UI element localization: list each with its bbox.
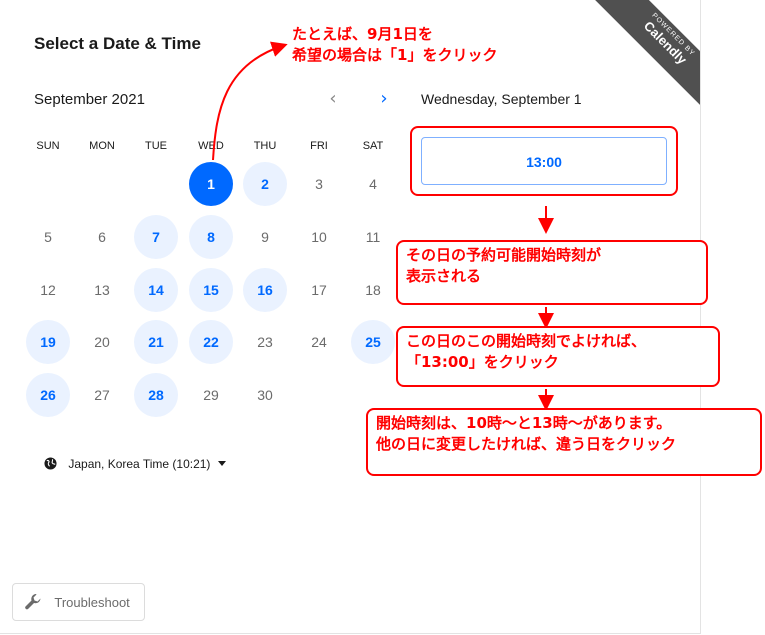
day-26[interactable]: 26: [26, 373, 70, 417]
day-20: 20: [94, 334, 110, 350]
ribbon-powered-by-text: POWERED BY: [650, 12, 696, 58]
day-11: 11: [365, 229, 381, 245]
day-10: 10: [311, 229, 327, 245]
day-19[interactable]: 19: [26, 320, 70, 364]
day-15[interactable]: 15: [189, 268, 233, 312]
weekday-sat: SAT: [362, 140, 384, 152]
wrench-icon: [25, 594, 41, 610]
day-22[interactable]: 22: [189, 320, 233, 364]
troubleshoot-button[interactable]: Troubleshoot: [12, 583, 145, 621]
timezone-selector[interactable]: Japan, Korea Time (10:21): [44, 457, 226, 471]
day-7[interactable]: 7: [134, 215, 178, 259]
annotation-callout-3-line1: 開始時刻は、10時～と13時～があります。: [376, 414, 672, 432]
weekday-sun: SUN: [36, 140, 60, 152]
day-13: 13: [94, 282, 110, 298]
weekday-tue: TUE: [145, 140, 167, 152]
ribbon-band: POWERED BY Calendly: [591, 0, 700, 110]
day-5: 5: [44, 229, 52, 245]
page-title: Select a Date & Time: [34, 34, 201, 53]
annotation-top-text: たとえば、9月1日を 希望の場合は「1」をクリック: [292, 24, 497, 66]
day-8[interactable]: 8: [189, 215, 233, 259]
annotation-callout-1-line2: 表示される: [406, 267, 482, 285]
powered-by-ribbon[interactable]: POWERED BY Calendly: [560, 0, 700, 110]
day-30: 30: [257, 387, 273, 403]
annotation-highlight-time-slot: [410, 126, 678, 196]
timezone-label: Japan, Korea Time (10:21): [68, 457, 211, 471]
prev-month-chevron-left-icon[interactable]: ‹: [321, 88, 345, 110]
day-1-selected[interactable]: 1: [189, 162, 233, 206]
annotation-top-line1: たとえば、9月1日を: [292, 25, 433, 43]
annotation-top-line2: 希望の場合は「1」をクリック: [292, 46, 498, 64]
annotation-callout-2-line1: この日のこの開始時刻でよければ、: [406, 332, 647, 350]
day-27: 27: [94, 387, 110, 403]
annotation-callout-3: 開始時刻は、10時～と13時～があります。 他の日に変更したければ、違う日をクリ…: [366, 408, 762, 476]
day-28[interactable]: 28: [134, 373, 178, 417]
annotation-callout-1: その日の予約可能開始時刻が 表示される: [396, 240, 708, 305]
day-6: 6: [98, 229, 106, 245]
day-2[interactable]: 2: [243, 162, 287, 206]
selected-date-heading: Wednesday, September 1: [421, 91, 582, 107]
weekday-fri: FRI: [310, 140, 328, 152]
next-month-chevron-right-icon[interactable]: ›: [372, 88, 396, 110]
weekday-mon: MON: [89, 140, 115, 152]
day-29: 29: [203, 387, 219, 403]
weekday-thu: THU: [253, 140, 277, 152]
day-24: 24: [311, 334, 327, 350]
weekday-wed: WED: [198, 140, 224, 152]
day-9: 9: [261, 229, 269, 245]
annotation-callout-2: この日のこの開始時刻でよければ、 「13:00」をクリック: [396, 326, 720, 387]
globe-icon: [44, 457, 57, 470]
day-23: 23: [257, 334, 273, 350]
day-12: 12: [40, 282, 56, 298]
day-17: 17: [311, 282, 327, 298]
annotation-callout-2-line2: 「13:00」をクリック: [406, 353, 559, 371]
troubleshoot-label: Troubleshoot: [54, 595, 130, 610]
caret-down-icon: [217, 461, 226, 466]
day-25[interactable]: 25: [351, 320, 395, 364]
annotation-callout-1-line1: その日の予約可能開始時刻が: [406, 246, 602, 264]
day-3: 3: [315, 176, 323, 192]
day-16[interactable]: 16: [243, 268, 287, 312]
day-21[interactable]: 21: [134, 320, 178, 364]
day-18: 18: [365, 282, 381, 298]
annotation-callout-3-line2: 他の日に変更したければ、違う日をクリック: [376, 435, 677, 453]
day-4: 4: [369, 176, 377, 192]
day-14[interactable]: 14: [134, 268, 178, 312]
month-label: September 2021: [34, 91, 145, 108]
